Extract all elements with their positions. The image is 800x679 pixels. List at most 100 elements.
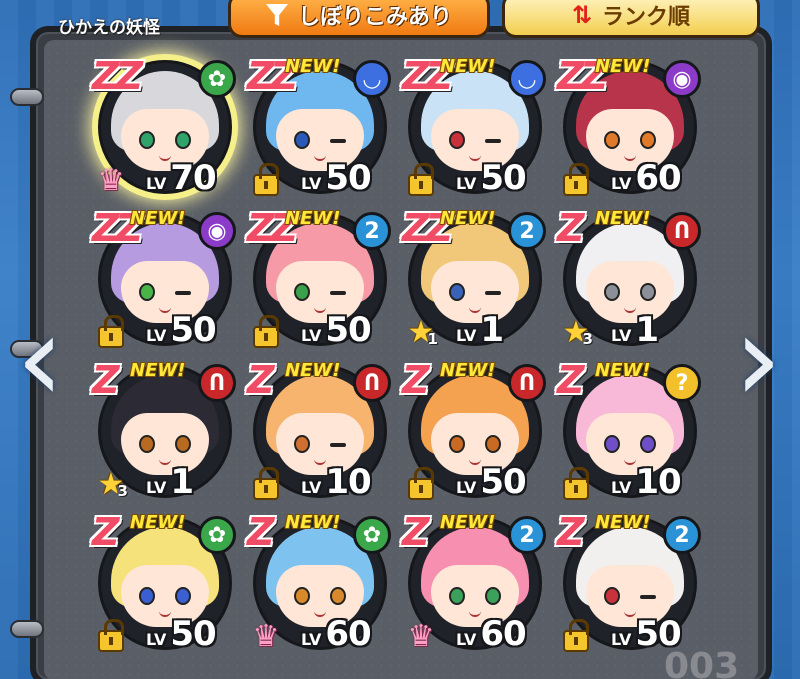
yokai-card[interactable]: Z NEW! 2 LV 50	[555, 506, 710, 658]
level-label: LV	[456, 630, 477, 649]
new-badge: NEW!	[440, 512, 496, 533]
rank-badge: Z	[402, 358, 429, 402]
yokai-card[interactable]: ZZ ✿ ♛ LV 70	[90, 50, 245, 202]
crown-icon: ♛	[404, 622, 438, 652]
level-label: LV	[146, 174, 167, 193]
yokai-card[interactable]: ZZ NEW! ◉ LV 60	[555, 50, 710, 202]
crown-icon: ♛	[249, 622, 283, 652]
tribe-icon: 2	[353, 212, 391, 250]
yokai-card[interactable]: ZZ NEW! ◡ LV 50	[245, 50, 400, 202]
yokai-card[interactable]: Z NEW! ✿ ♛ LV 60	[245, 506, 400, 658]
yokai-eye	[330, 587, 346, 605]
yokai-eye	[449, 587, 465, 605]
sort-button[interactable]: ⇅ ランク順	[502, 0, 760, 38]
yokai-eye	[604, 435, 620, 453]
tribe-icon: 2	[663, 516, 701, 554]
level-value: 1	[170, 462, 194, 502]
star-count: 3	[582, 330, 593, 348]
yokai-eye	[640, 595, 656, 599]
yokai-eye	[139, 131, 155, 149]
new-badge: NEW!	[595, 208, 651, 229]
rank-badge: Z	[92, 358, 119, 402]
rank-badge: Z	[557, 206, 584, 250]
yokai-eye	[175, 587, 191, 605]
yokai-card[interactable]: ZZ NEW! 2 LV 50	[245, 202, 400, 354]
tribe-icon: ◉	[198, 212, 236, 250]
yokai-eye	[294, 435, 310, 453]
yokai-card[interactable]: Z NEW! Ո ★ 3 LV 1	[90, 354, 245, 506]
yokai-card[interactable]: Z NEW! ✿ LV 50	[90, 506, 245, 658]
tribe-icon: ?	[663, 364, 701, 402]
level-value: 10	[635, 462, 681, 502]
yokai-eye	[449, 435, 465, 453]
tribe-icon: ◉	[663, 60, 701, 98]
lock-icon	[94, 315, 128, 348]
tribe-icon: Ո	[353, 364, 391, 402]
lock-icon	[563, 163, 589, 196]
yokai-eye	[294, 283, 310, 301]
level-label: LV	[301, 174, 322, 193]
sort-arrows-icon: ⇅	[571, 1, 593, 29]
yokai-card[interactable]: Z NEW!? LV 10	[555, 354, 710, 506]
yokai-card[interactable]: ZZ NEW! 2 ★ 1 LV 1	[400, 202, 555, 354]
level-display: LV 60	[456, 614, 527, 654]
chevron-right-icon[interactable]: ›	[730, 300, 786, 430]
level-label: LV	[146, 630, 167, 649]
yokai-card[interactable]: Z NEW! Ո LV 10	[245, 354, 400, 506]
level-label: LV	[456, 478, 477, 497]
star-count: 1	[427, 330, 438, 348]
lock-icon	[98, 315, 124, 348]
sort-button-label: ランク順	[602, 5, 691, 30]
level-display: LV 70	[146, 158, 217, 198]
yokai-eye	[175, 131, 191, 149]
level-value: 50	[170, 310, 216, 350]
lock-icon	[98, 619, 124, 652]
rank-badge: Z	[92, 510, 119, 554]
rank-badge: Z	[557, 358, 584, 402]
new-badge: NEW!	[285, 56, 341, 77]
level-value: 1	[480, 310, 504, 350]
yokai-card[interactable]: ZZ NEW! ◡ LV 50	[400, 50, 555, 202]
level-label: LV	[301, 630, 322, 649]
tribe-icon: ◡	[353, 60, 391, 98]
level-value: 50	[480, 158, 526, 198]
binder-ring	[10, 620, 44, 638]
star-rating: ★ 1	[408, 318, 438, 349]
yokai-eye	[604, 587, 620, 605]
lock-icon	[404, 467, 438, 500]
star-rating: ★ 3	[563, 318, 593, 349]
yokai-eye	[640, 435, 656, 453]
yokai-eye	[485, 291, 501, 295]
level-display: LV 50	[146, 614, 217, 654]
yokai-eye	[604, 283, 620, 301]
tribe-icon: 2	[508, 212, 546, 250]
tribe-icon: Ո	[198, 364, 236, 402]
star-icon: ★ 1	[404, 318, 438, 349]
lock-icon	[408, 467, 434, 500]
lock-icon	[94, 619, 128, 652]
lock-icon	[559, 619, 593, 652]
rank-badge: Z	[557, 510, 584, 554]
new-badge: NEW!	[285, 512, 341, 533]
star-count: 3	[117, 482, 128, 500]
yokai-card[interactable]: Z NEW! Ո LV 50	[400, 354, 555, 506]
chevron-left-icon[interactable]: ‹	[12, 300, 68, 430]
lock-icon	[253, 467, 279, 500]
filter-button-label: しぼりこみあり	[297, 5, 452, 30]
lock-icon	[253, 163, 279, 196]
filter-button[interactable]: しぼりこみあり	[228, 0, 490, 38]
level-label: LV	[301, 478, 322, 497]
crown-icon: ♛	[252, 619, 280, 654]
lock-icon	[559, 467, 593, 500]
level-label: LV	[611, 630, 632, 649]
yokai-card[interactable]: Z NEW! 2 ♛ LV 60	[400, 506, 555, 658]
level-display: LV 50	[146, 310, 217, 350]
yokai-eye	[640, 131, 656, 149]
level-label: LV	[146, 478, 167, 497]
yokai-card[interactable]: ZZ NEW! ◉ LV 50	[90, 202, 245, 354]
yokai-eye	[640, 283, 656, 301]
new-badge: NEW!	[595, 512, 651, 533]
yokai-card[interactable]: Z NEW! Ո ★ 3 LV 1	[555, 202, 710, 354]
level-display: LV 50	[456, 462, 527, 502]
lock-icon	[559, 163, 593, 196]
